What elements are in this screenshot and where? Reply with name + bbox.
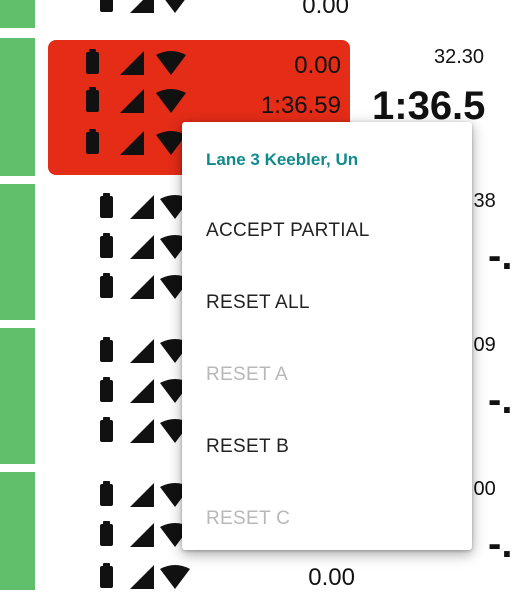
lane-row-top[interactable]: 0.00 (0, 0, 517, 30)
menu-item-reset-b[interactable]: RESET B (206, 436, 289, 458)
signal-icon (130, 0, 154, 13)
signal-icon (130, 195, 154, 219)
lane-status-bar (0, 38, 35, 176)
signal-icon (120, 131, 144, 155)
wifi-icon (156, 89, 186, 113)
signal-icon (130, 339, 154, 363)
signal-icon (130, 275, 154, 299)
signal-icon (130, 235, 154, 259)
battery-icon (100, 563, 113, 588)
battery-icon (100, 521, 113, 546)
menu-item-reset-c: RESET C (206, 508, 291, 529)
split-time: 0.00 (294, 52, 341, 79)
battery-icon (100, 481, 113, 506)
wifi-icon (160, 0, 190, 13)
battery-icon (86, 49, 99, 74)
lane-split-small: .09 (468, 334, 496, 356)
menu-item-accept-partial[interactable]: ACCEPT PARTIAL (206, 220, 370, 242)
lane-final-time: -. (488, 234, 513, 278)
menu-item-reset-a: RESET A (206, 364, 289, 385)
battery-icon (100, 193, 113, 218)
signal-icon (130, 379, 154, 403)
battery-icon (100, 0, 113, 12)
lane-final-time: -. (488, 522, 513, 566)
split-time: 0.00 (302, 0, 349, 19)
wifi-icon (160, 565, 190, 589)
lane-status-bar (0, 0, 35, 28)
battery-icon (100, 273, 113, 298)
battery-icon (86, 129, 99, 154)
battery-icon (100, 337, 113, 362)
signal-icon (120, 51, 144, 75)
split-time: 0.00 (308, 564, 355, 591)
lane-status-bar (0, 472, 35, 590)
signal-icon (120, 89, 144, 113)
menu-title: Lane 3 Keebler, Un (206, 150, 359, 169)
lane-split-small: .00 (468, 478, 496, 500)
lane-status-bar (0, 184, 35, 320)
lane-split-small: 32.30 (434, 46, 485, 68)
lane-status-bar (0, 328, 35, 464)
split-time: 1:36.59 (260, 92, 341, 119)
signal-icon (130, 565, 154, 589)
lane-context-menu: Lane 3 Keebler, Un ACCEPT PARTIAL RESET … (182, 122, 472, 550)
wifi-icon (156, 51, 186, 75)
signal-icon (130, 483, 154, 507)
battery-icon (100, 233, 113, 258)
battery-icon (100, 377, 113, 402)
battery-icon (86, 87, 99, 112)
signal-icon (130, 523, 154, 547)
signal-icon (130, 419, 154, 443)
menu-item-reset-all[interactable]: RESET ALL (206, 292, 310, 314)
battery-icon (100, 417, 113, 442)
lane-final-time: -. (488, 378, 513, 422)
lane-split-small: .38 (468, 190, 496, 212)
